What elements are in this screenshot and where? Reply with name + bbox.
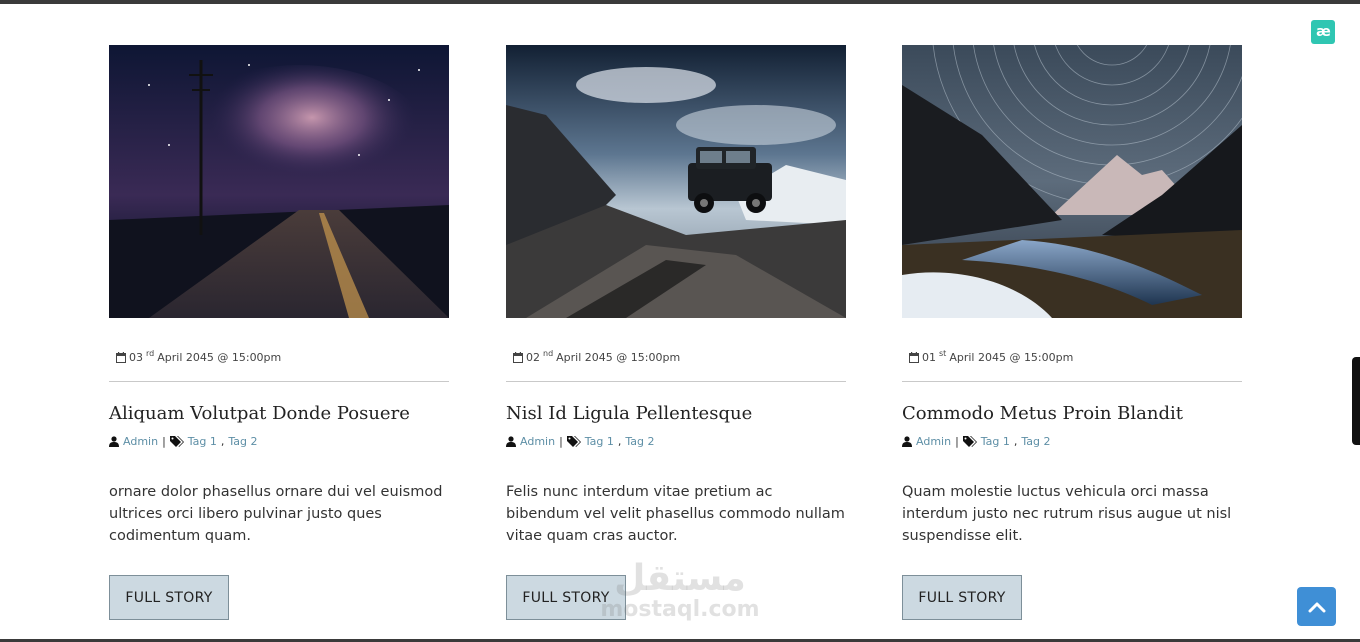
- top-border: [0, 0, 1360, 4]
- user-icon: [506, 435, 516, 447]
- tags-icon: [169, 435, 184, 447]
- divider: [109, 381, 449, 382]
- full-story-button[interactable]: FULL STORY: [109, 575, 229, 620]
- post-image[interactable]: [109, 45, 449, 318]
- meta-separator: |: [955, 434, 959, 448]
- post-title[interactable]: Aliquam Volutpat Donde Posuere: [109, 402, 450, 426]
- tag-link[interactable]: Tag 2: [228, 435, 257, 448]
- post-date-day: 02: [526, 350, 540, 364]
- tag-link[interactable]: Tag 1: [981, 435, 1010, 448]
- tag-link[interactable]: Tag 1: [188, 435, 217, 448]
- divider: [902, 381, 1242, 382]
- post-card: 01st April 2045 @ 15:00pm Commodo Metus …: [902, 45, 1243, 620]
- post-date-day: 01: [922, 350, 936, 364]
- post-card: 03rd April 2045 @ 15:00pm Aliquam Volutp…: [109, 45, 450, 620]
- full-story-button[interactable]: FULL STORY: [506, 575, 626, 620]
- post-excerpt: ornare dolor phasellus ornare dui vel eu…: [109, 484, 443, 544]
- post-excerpt: Felis nunc interdum vitae pretium ac bib…: [506, 484, 845, 544]
- brand-logo-icon[interactable]: æ: [1311, 20, 1335, 44]
- tag-link[interactable]: Tag 1: [585, 435, 614, 448]
- post-meta: Admin | Tag 1, Tag 2: [506, 433, 847, 449]
- chevron-up-icon: [1308, 602, 1325, 612]
- post-date-suffix: rd: [146, 348, 155, 358]
- post-date-suffix: st: [939, 348, 947, 358]
- back-to-top-button[interactable]: [1297, 587, 1336, 626]
- post-date-day: 03: [129, 350, 143, 364]
- full-story-button[interactable]: FULL STORY: [902, 575, 1022, 620]
- meta-separator: |: [162, 434, 166, 448]
- author-link[interactable]: Admin: [520, 435, 555, 448]
- post-date: 01st April 2045 @ 15:00pm: [902, 347, 1243, 367]
- calendar-icon: [909, 351, 919, 363]
- post-title[interactable]: Commodo Metus Proin Blandit: [902, 402, 1243, 426]
- post-date: 02nd April 2045 @ 15:00pm: [506, 347, 847, 367]
- side-scroll-tab[interactable]: [1352, 357, 1360, 445]
- tag-link[interactable]: Tag 2: [1021, 435, 1050, 448]
- author-link[interactable]: Admin: [916, 435, 951, 448]
- post-date-suffix: nd: [543, 348, 554, 358]
- divider: [506, 381, 846, 382]
- tag-link[interactable]: Tag 2: [625, 435, 654, 448]
- user-icon: [902, 435, 912, 447]
- post-date-rest: April 2045 @ 15:00pm: [949, 350, 1074, 364]
- post-excerpt: Quam molestie luctus vehicula orci massa…: [902, 484, 1232, 544]
- tags-icon: [566, 435, 581, 447]
- post-date: 03rd April 2045 @ 15:00pm: [109, 347, 450, 367]
- user-icon: [109, 435, 119, 447]
- post-card: 02nd April 2045 @ 15:00pm Nisl Id Ligula…: [506, 45, 847, 620]
- tags-icon: [962, 435, 977, 447]
- author-link[interactable]: Admin: [123, 435, 158, 448]
- post-image[interactable]: [506, 45, 846, 318]
- post-meta: Admin | Tag 1, Tag 2: [109, 433, 450, 449]
- post-date-rest: April 2045 @ 15:00pm: [157, 350, 282, 364]
- calendar-icon: [513, 351, 523, 363]
- post-date-rest: April 2045 @ 15:00pm: [556, 350, 681, 364]
- post-meta: Admin | Tag 1, Tag 2: [902, 433, 1243, 449]
- post-title[interactable]: Nisl Id Ligula Pellentesque: [506, 402, 847, 426]
- calendar-icon: [116, 351, 126, 363]
- meta-separator: |: [559, 434, 563, 448]
- post-image[interactable]: [902, 45, 1242, 318]
